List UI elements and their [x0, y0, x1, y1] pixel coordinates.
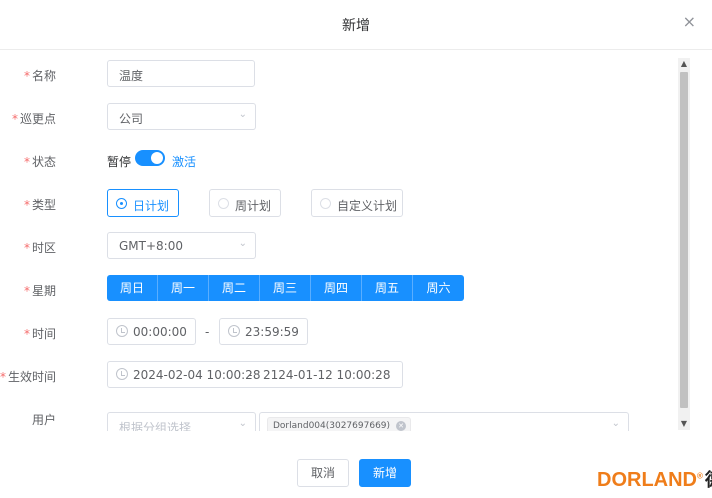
dialog-header: 新增 × [0, 0, 712, 50]
clock-icon [116, 325, 128, 337]
status-toggle[interactable] [135, 150, 165, 166]
row-name: * 名称 温度 [0, 60, 670, 88]
effective-range-input[interactable]: 2024-02-04 10:00:28 - 2124-01-12 10:00:2… [107, 361, 403, 388]
scroll-thumb[interactable] [680, 72, 688, 408]
timezone-select[interactable]: GMT+8:00 ⌄ [107, 232, 256, 259]
confirm-button[interactable]: 新增 [359, 459, 411, 487]
row-patrol-point: * 巡更点 公司 ⌄ [0, 103, 670, 131]
dialog-body: * 名称 温度 * 巡更点 公司 ⌄ * 状态 暂停 激活 * 类型 日计划 周计划 自… [0, 51, 712, 431]
weekday-thursday[interactable]: 周四 [311, 275, 362, 301]
user-select[interactable]: Dorland004(3027697669) ✕ ⌄ [259, 412, 629, 431]
type-radio-daily[interactable]: 日计划 [107, 189, 179, 217]
row-weekdays: * 星期 周日 周一 周二 周三 周四 周五 周六 [0, 275, 670, 303]
radio-dot-icon [320, 198, 331, 209]
weekday-wednesday[interactable]: 周三 [260, 275, 311, 301]
clock-icon [116, 368, 128, 380]
weekday-sunday[interactable]: 周日 [107, 275, 158, 301]
weekday-monday[interactable]: 周一 [158, 275, 209, 301]
dialog-title: 新增 [342, 18, 370, 34]
toggle-knob [151, 152, 163, 164]
user-tag: Dorland004(3027697669) ✕ [267, 417, 412, 431]
cancel-button[interactable]: 取消 [297, 459, 349, 487]
group-select[interactable]: 根据分组选择 ⌄ [107, 412, 256, 431]
label-patrol-point: * 巡更点 [11, 112, 56, 126]
status-off-label: 暂停 [107, 155, 132, 169]
patrol-point-select[interactable]: 公司 ⌄ [107, 103, 256, 130]
label-status: * 状态 [23, 155, 56, 169]
weekday-tuesday[interactable]: 周二 [209, 275, 260, 301]
close-icon[interactable]: × [683, 14, 696, 30]
end-time-input[interactable]: 23:59:59 [219, 318, 308, 345]
label-name: * 名称 [23, 69, 56, 83]
label-timezone: * 时区 [23, 241, 56, 255]
type-radio-custom[interactable]: 自定义计划 [311, 189, 403, 217]
status-on-label: 激活 [172, 155, 197, 169]
type-radio-weekly[interactable]: 周计划 [209, 189, 281, 217]
row-users: 用户 根据分组选择 ⌄ Dorland004(3027697669) ✕ ⌄ [0, 411, 670, 431]
weekday-group: 周日 周一 周二 周三 周四 周五 周六 [107, 275, 464, 301]
row-timezone: * 时区 GMT+8:00 ⌄ [0, 232, 670, 260]
row-type: * 类型 日计划 周计划 自定义计划 [0, 189, 670, 217]
name-input[interactable]: 温度 [107, 60, 255, 87]
label-time: * 时间 [23, 327, 56, 341]
brand-logo: DORLAND®德兰 [597, 469, 712, 491]
label-effective: * 生效时间 [0, 370, 56, 384]
time-separator: - [205, 325, 210, 339]
chevron-down-icon: ⌄ [238, 238, 247, 249]
weekday-saturday[interactable]: 周六 [413, 275, 464, 301]
scrollbar[interactable]: ▲ ▼ [678, 58, 690, 430]
chevron-down-icon: ⌄ [611, 418, 620, 429]
row-effective: * 生效时间 2024-02-04 10:00:28 - 2124-01-12 1… [0, 361, 670, 389]
label-users: 用户 [31, 413, 56, 427]
clock-icon [228, 325, 240, 337]
tag-close-icon[interactable]: ✕ [396, 421, 407, 431]
start-time-input[interactable]: 00:00:00 [107, 318, 196, 345]
row-time: * 时间 00:00:00 - 23:59:59 [0, 318, 670, 346]
weekday-friday[interactable]: 周五 [362, 275, 413, 301]
row-status: * 状态 暂停 激活 [0, 146, 670, 174]
scroll-down-icon[interactable]: ▼ [678, 418, 690, 430]
scroll-up-icon[interactable]: ▲ [678, 58, 690, 70]
chevron-down-icon: ⌄ [238, 109, 247, 120]
radio-dot-icon [218, 198, 229, 209]
label-type: * 类型 [23, 198, 56, 212]
radio-dot-icon [116, 198, 127, 209]
label-weekdays: * 星期 [23, 284, 56, 298]
chevron-down-icon: ⌄ [238, 418, 247, 429]
